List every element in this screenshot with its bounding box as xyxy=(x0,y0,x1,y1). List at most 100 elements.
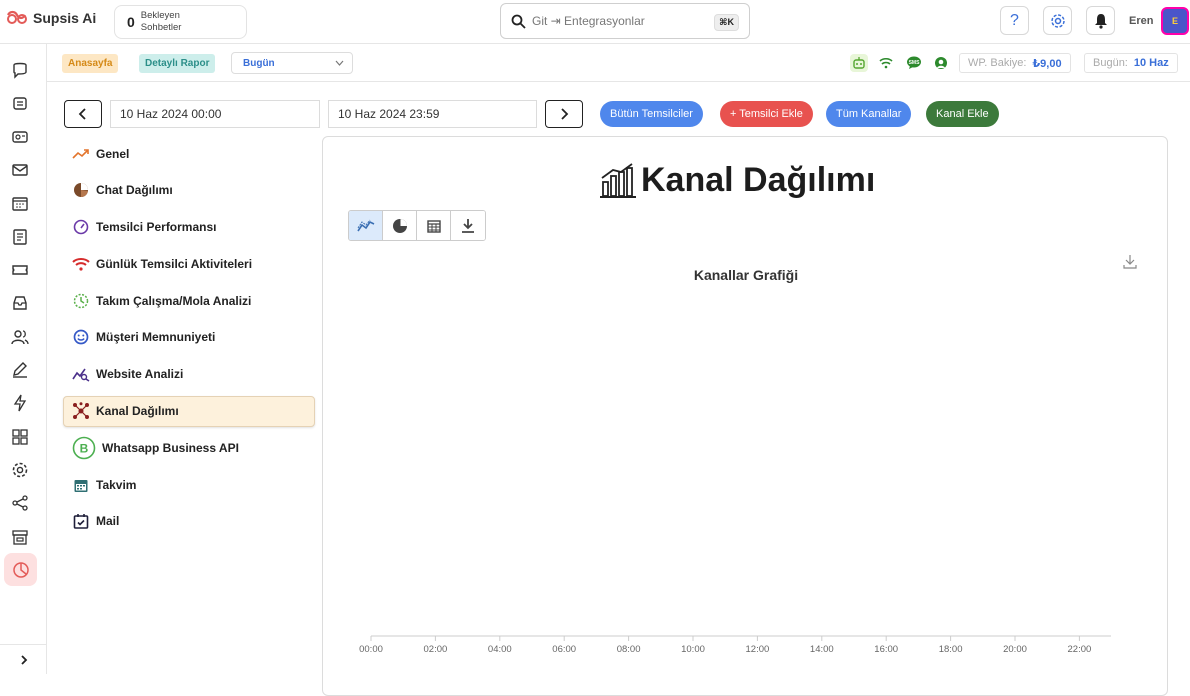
breadcrumb-detailed-report[interactable]: Detaylı Rapor xyxy=(139,54,216,73)
sub-bar: Anasayfa Detaylı Rapor Bugün SMS WP. Bak… xyxy=(47,44,1190,82)
bell-icon xyxy=(1094,13,1107,29)
menu-item-genel[interactable]: Genel xyxy=(63,138,315,169)
sidebar-expand-button[interactable] xyxy=(0,644,47,674)
chevron-right-icon xyxy=(561,108,569,120)
sms-icon[interactable]: SMS xyxy=(905,54,923,72)
svg-text:B: B xyxy=(80,441,89,455)
svg-text:SMS: SMS xyxy=(909,60,921,66)
reports-icon[interactable] xyxy=(4,553,37,586)
x-axis-ticks: 00:00 02:00 04:00 06:00 08:00 10:00 12:00 14:00… xyxy=(359,636,1091,655)
menu-item-label: Günlük Temsilci Aktiviteleri xyxy=(96,256,253,271)
calendar-check-icon xyxy=(72,512,90,530)
chevron-down-icon xyxy=(335,60,344,66)
menu-item-label: Müşteri Memnuniyeti xyxy=(96,330,216,345)
menu-item-whatsapp-business-api[interactable]: B Whatsapp Business API xyxy=(63,432,315,463)
ticket-icon[interactable] xyxy=(9,259,31,281)
menu-item-label: Temsilci Performansı xyxy=(96,220,217,235)
avatar[interactable]: E xyxy=(1161,7,1189,35)
contacts-icon[interactable] xyxy=(9,126,31,148)
all-agents-button[interactable]: Bütün Temsilciler xyxy=(600,101,703,127)
logo[interactable]: Supsis Ai xyxy=(6,10,96,26)
gauge-icon xyxy=(72,218,90,236)
search-icon xyxy=(511,14,526,29)
x-tick-label: 18:00 xyxy=(939,644,963,655)
grid-icon[interactable] xyxy=(9,426,31,448)
pending-chats[interactable]: 0 Bekleyen Sohbetler xyxy=(114,5,247,39)
pending-label-2: Sohbetler xyxy=(140,22,182,33)
avatar-initial: E xyxy=(1171,16,1178,26)
menu-item-label: Whatsapp Business API xyxy=(102,440,239,455)
today-value: 10 Haz xyxy=(1133,57,1169,69)
menu-item-website-analizi[interactable]: Website Analizi xyxy=(63,359,315,390)
lightning-icon[interactable] xyxy=(9,392,31,414)
user-name[interactable]: Eren xyxy=(1129,15,1153,27)
pending-count: 0 xyxy=(127,14,135,30)
whatsapp-business-icon: B xyxy=(72,436,96,460)
menu-item-temsilci-performansi[interactable]: Temsilci Performansı xyxy=(63,212,315,243)
menu-item-kanal-dagilimi[interactable]: Kanal Dağılımı xyxy=(63,395,315,427)
today-label: Bugün: xyxy=(1093,57,1128,69)
channel-chart: 00:00 02:00 04:00 06:00 08:00 10:00 12:00 14:00… xyxy=(359,635,1111,655)
smile-icon xyxy=(72,328,90,346)
mail-icon[interactable] xyxy=(9,159,31,181)
add-channel-button[interactable]: Kanal Ekle xyxy=(926,101,999,127)
edit-icon[interactable] xyxy=(9,359,31,381)
store-icon[interactable] xyxy=(9,526,31,548)
wp-balance-label: WP. Bakiye: xyxy=(968,57,1027,69)
chat-icon[interactable] xyxy=(9,59,31,81)
today-date: Bugün: 10 Haz xyxy=(1084,53,1178,73)
pie-chart-icon xyxy=(72,181,90,199)
agent-status-icon[interactable] xyxy=(932,54,950,72)
help-icon: ? xyxy=(1010,11,1019,29)
wifi-icon xyxy=(72,255,90,273)
tickets-icon[interactable] xyxy=(9,92,31,114)
network-icon xyxy=(72,402,90,420)
bot-icon[interactable] xyxy=(850,54,868,72)
help-button[interactable]: ? xyxy=(1000,6,1029,35)
calendar-icon xyxy=(72,476,90,494)
period-select-value: Bugün xyxy=(243,57,275,69)
start-date-input[interactable]: 10 Haz 2024 00:00 xyxy=(110,100,320,128)
menu-item-chat-dagilimi[interactable]: Chat Dağılımı xyxy=(63,175,315,206)
settings-button[interactable] xyxy=(1043,6,1072,35)
analytics-search-icon xyxy=(72,365,90,383)
menu-item-mail[interactable]: Mail xyxy=(63,506,315,537)
share-icon[interactable] xyxy=(9,492,31,514)
menu-item-label: Takvim xyxy=(96,477,137,492)
menu-item-label: Chat Dağılımı xyxy=(96,183,173,198)
x-tick-label: 00:00 xyxy=(359,644,383,655)
prev-date-button[interactable] xyxy=(64,100,102,128)
chevron-left-icon xyxy=(78,108,86,120)
x-tick-label: 20:00 xyxy=(1003,644,1027,655)
menu-item-takvim[interactable]: Takvim xyxy=(63,469,315,500)
menu-item-takim-calisma-mola[interactable]: Takım Çalışma/Mola Analizi xyxy=(63,285,315,316)
report-menu: Genel Chat Dağılımı Temsilci Performansı… xyxy=(63,138,315,543)
all-channels-button[interactable]: Tüm Kanallar xyxy=(826,101,912,127)
notes-icon[interactable] xyxy=(9,226,31,248)
top-bar: Supsis Ai 0 Bekleyen Sohbetler Git ⇥ Ent… xyxy=(0,0,1190,44)
inbox-icon[interactable] xyxy=(9,292,31,314)
menu-item-label: Takım Çalışma/Mola Analizi xyxy=(96,293,252,308)
chevron-right-icon xyxy=(20,654,27,665)
menu-item-gunluk-temsilci-aktiviteleri[interactable]: Günlük Temsilci Aktiviteleri xyxy=(63,248,315,279)
calendar-icon[interactable] xyxy=(9,192,31,214)
add-agent-button[interactable]: + Temsilci Ekle xyxy=(720,101,813,127)
x-tick-label: 14:00 xyxy=(810,644,834,655)
x-tick-label: 12:00 xyxy=(746,644,770,655)
menu-item-musteri-memnuniyeti[interactable]: Müşteri Memnuniyeti xyxy=(63,322,315,353)
notifications-button[interactable] xyxy=(1086,6,1115,35)
next-date-button[interactable] xyxy=(545,100,583,128)
pending-label-1: Bekleyen xyxy=(140,10,180,21)
report-panel: Kanal Dağılımı Kanallar Grafiği 00:00 02:… xyxy=(322,136,1168,696)
end-date-input[interactable]: 10 Haz 2024 23:59 xyxy=(328,100,537,128)
wifi-icon[interactable] xyxy=(877,54,895,72)
wp-balance: WP. Bakiye: ₺9,00 xyxy=(959,53,1071,73)
users-icon[interactable] xyxy=(9,326,31,348)
gear-icon[interactable] xyxy=(9,459,31,481)
x-tick-label: 16:00 xyxy=(874,644,898,655)
gear-icon xyxy=(1050,13,1065,28)
breadcrumb-home[interactable]: Anasayfa xyxy=(62,54,119,73)
search-input[interactable]: Git ⇥ Entegrasyonlar ⌘K xyxy=(500,3,750,39)
trend-up-icon xyxy=(72,145,90,163)
period-select[interactable]: Bugün xyxy=(231,52,353,74)
